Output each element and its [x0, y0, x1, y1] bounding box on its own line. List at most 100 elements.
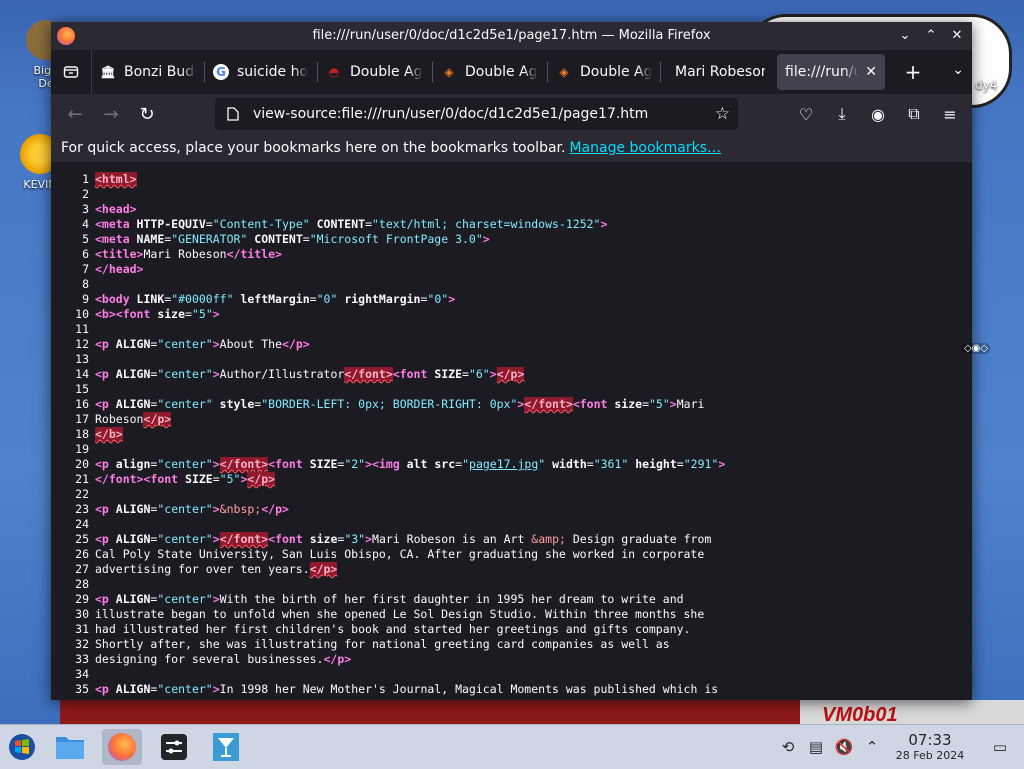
url-bar[interactable]: view-source:file:///run/user/0/doc/d1c2d… — [215, 98, 738, 130]
line-number: 15 — [75, 382, 89, 396]
line-number: 33 — [75, 652, 89, 666]
tab-double-agent-1[interactable]: ◓ Double Ag — [318, 54, 432, 90]
page-icon — [225, 106, 241, 122]
tab-mari-robeson[interactable]: Mari Robeson — [661, 54, 773, 90]
minimize-chevron-down-icon[interactable]: ⌄ — [896, 26, 914, 44]
tab-label: Double Ag — [580, 64, 652, 80]
source-tag: <html> — [95, 172, 137, 186]
bookmark-star-icon[interactable]: ☆ — [715, 104, 730, 124]
side-handle-control[interactable]: ◇◉◇ — [962, 343, 991, 354]
tab-double-agent-2[interactable]: ◈ Double Ag — [433, 54, 547, 90]
line-number: 9 — [82, 292, 89, 306]
line-number: 28 — [75, 577, 89, 591]
cocktail-icon — [213, 733, 239, 761]
line-number: 14 — [75, 367, 89, 381]
tab-strip: 🏛 Bonzi Budd G suicide ho ◓ Double Ag ◈ … — [51, 50, 972, 94]
start-icon — [9, 734, 35, 760]
url-text[interactable]: view-source:file:///run/user/0/doc/d1c2d… — [253, 106, 648, 122]
desktop-icon-label: dy4 — [975, 78, 998, 92]
line-number: 2 — [82, 187, 89, 201]
navigation-toolbar: ← → ↻ view-source:file:///run/user/0/doc… — [51, 94, 972, 134]
firefox-taskbar-button[interactable] — [102, 729, 142, 765]
clock[interactable]: 07:33 28 Feb 2024 — [890, 731, 970, 762]
extensions-icon[interactable]: ⧉ — [898, 98, 930, 130]
line-number: 7 — [82, 262, 89, 276]
clipboard-icon[interactable]: ▤ — [804, 735, 828, 759]
window-title: file:///run/user/0/doc/d1c2d5e1/page17.h… — [312, 28, 711, 43]
line-number: 6 — [82, 247, 89, 261]
forward-arrow-icon[interactable]: → — [95, 98, 127, 130]
line-number: 8 — [82, 277, 89, 291]
start-menu-button[interactable] — [2, 729, 42, 765]
firefox-window: file:///run/user/0/doc/d1c2d5e1/page17.h… — [51, 22, 972, 700]
show-desktop-icon[interactable]: ▭ — [988, 735, 1012, 759]
tab-label: Double Ag — [350, 64, 423, 80]
tab-view-source-active[interactable]: file:///run/us ✕ — [777, 54, 885, 90]
line-number: 22 — [75, 487, 89, 501]
image-source-link[interactable]: page17.jpg — [469, 457, 538, 471]
line-number: 19 — [75, 442, 89, 456]
tab-google[interactable]: G suicide ho — [205, 54, 317, 90]
taskbar: ⟲ ▤ 🔇 ⌃ 07:33 28 Feb 2024 ▭ — [0, 724, 1024, 769]
tab-close-icon[interactable]: ✕ — [865, 64, 877, 80]
tab-label: Mari Robeson — [675, 64, 765, 80]
tab-label: file:///run/us — [785, 64, 860, 80]
tab-label: suicide ho — [237, 64, 309, 80]
diamond-icon: ◈ — [559, 65, 569, 79]
line-number: 29 — [75, 592, 89, 606]
tray-icon — [63, 66, 79, 78]
bookmarks-hint-text: For quick access, place your bookmarks h… — [61, 140, 566, 156]
account-icon[interactable]: ◉ — [862, 98, 894, 130]
tab-double-agent-3[interactable]: ◈ Double Ag — [548, 54, 660, 90]
menu-hamburger-icon[interactable]: ≡ — [934, 98, 966, 130]
wallpaper-strip — [60, 700, 800, 724]
file-manager-icon — [56, 737, 84, 759]
line-number: 21 — [75, 472, 89, 486]
helmet-icon: ◓ — [328, 65, 340, 79]
line-number: 1 — [82, 172, 89, 186]
line-number: 32 — [75, 637, 89, 651]
reload-icon[interactable]: ↻ — [131, 98, 163, 130]
line-number: 35 — [75, 682, 89, 696]
bookmarks-toolbar: For quick access, place your bookmarks h… — [51, 134, 972, 163]
downloads-icon[interactable]: ⤓ — [826, 98, 858, 130]
list-all-tabs-chevron-down-icon[interactable]: ⌄ — [952, 62, 964, 78]
tab-list-button[interactable] — [51, 50, 92, 94]
close-window-icon[interactable]: ✕ — [948, 26, 966, 44]
line-number: 5 — [82, 232, 89, 246]
back-arrow-icon[interactable]: ← — [59, 98, 91, 130]
line-number: 23 — [75, 502, 89, 516]
line-number: 4 — [82, 217, 89, 231]
diamond-icon: ◈ — [444, 65, 454, 79]
volume-muted-icon[interactable]: 🔇 — [832, 735, 856, 759]
tab-label: Bonzi Budd — [124, 64, 196, 80]
line-number: 3 — [82, 202, 89, 216]
line-number: 16 — [75, 397, 89, 411]
tab-label: Double Ag — [465, 64, 538, 80]
line-number: 18 — [75, 427, 89, 441]
bank-icon: 🏛 — [100, 65, 116, 79]
firefox-icon — [108, 733, 136, 761]
window-titlebar[interactable]: file:///run/user/0/doc/d1c2d5e1/page17.h… — [51, 22, 972, 50]
line-number: 11 — [75, 322, 89, 336]
manage-bookmarks-link[interactable]: Manage bookmarks… — [569, 140, 721, 156]
cocktail-app-button[interactable] — [206, 729, 246, 765]
line-number: 20 — [75, 457, 89, 471]
line-number: 27 — [75, 562, 89, 576]
line-number: 10 — [75, 307, 89, 321]
line-number: 31 — [75, 622, 89, 636]
file-manager-button[interactable] — [50, 729, 90, 765]
source-tag: <head> — [95, 202, 137, 216]
line-number: 13 — [75, 352, 89, 366]
pocket-icon[interactable]: ♡ — [790, 98, 822, 130]
tray-expand-chevron-up-icon[interactable]: ⌃ — [860, 735, 884, 759]
tab-bonzi[interactable]: 🏛 Bonzi Budd — [92, 54, 204, 90]
network-icon[interactable]: ⟲ — [776, 735, 800, 759]
view-source-content[interactable]: 1 <html> 2 3 <head> 4 <meta HTTP-EQUIV="Con… — [51, 162, 972, 700]
line-number: 30 — [75, 607, 89, 621]
line-number: 12 — [75, 337, 89, 351]
settings-icon — [161, 734, 187, 760]
new-tab-button[interactable]: + — [897, 56, 929, 88]
settings-taskbar-button[interactable] — [154, 729, 194, 765]
maximize-chevron-up-icon[interactable]: ⌃ — [922, 26, 940, 44]
